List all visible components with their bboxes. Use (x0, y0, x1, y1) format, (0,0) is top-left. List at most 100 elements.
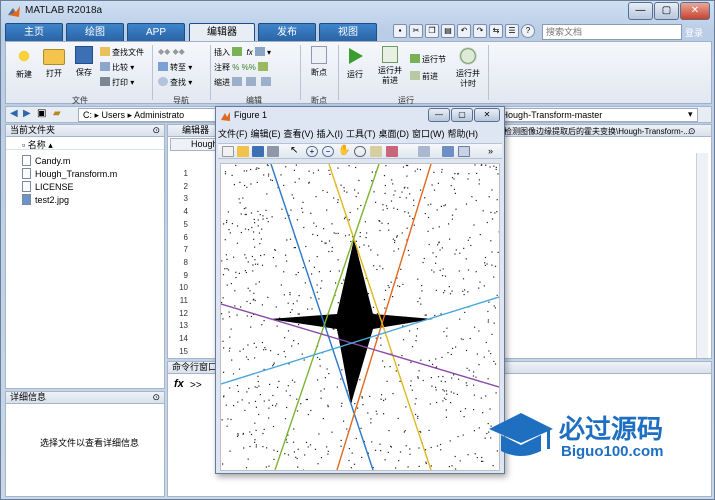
minimize-button[interactable]: — (628, 2, 653, 20)
nav-back-forward[interactable]: ◆◆ ◆◆ (158, 47, 185, 56)
noise-dot (355, 195, 357, 198)
tab-apps[interactable]: APP (127, 23, 185, 41)
menu-desktop[interactable]: 桌面(D) (379, 129, 410, 139)
login-link[interactable]: 登录 (685, 26, 703, 39)
run-and-time-button[interactable]: 运行并 计时 (452, 46, 484, 89)
print-figure-icon[interactable] (267, 146, 279, 157)
compare-button[interactable]: 比较 ▾ (100, 62, 134, 73)
menu-tools[interactable]: 工具(T) (346, 129, 376, 139)
run-advance-button[interactable]: 运行并 前进 (374, 46, 406, 86)
tab-view[interactable]: 视图 (319, 23, 377, 41)
panel-menu-icon[interactable]: ⊙ (152, 125, 160, 136)
copy-icon[interactable]: ❐ (425, 24, 439, 38)
menu-file[interactable]: 文件(F) (218, 129, 248, 139)
colorbar-icon[interactable] (442, 146, 454, 157)
noise-dot (237, 401, 239, 403)
menu-window[interactable]: 窗口(W) (412, 129, 445, 139)
up-folder-icon[interactable]: ▣ (37, 108, 46, 119)
noise-dot (437, 244, 439, 246)
noise-dot (301, 207, 303, 209)
print-button[interactable]: 打印 ▾ (100, 77, 134, 88)
noise-dot (487, 310, 489, 313)
noise-dot (244, 228, 247, 230)
browse-folder-icon[interactable]: ▰ (53, 108, 61, 119)
figure-maximize-button[interactable]: ▢ (451, 108, 473, 122)
noise-dot (382, 360, 384, 362)
noise-dot (277, 353, 279, 355)
noise-dot (373, 191, 375, 193)
noise-dot (241, 399, 243, 401)
noise-dot (340, 439, 342, 441)
toolbar-overflow-icon[interactable]: » (488, 146, 500, 157)
search-input[interactable]: 搜索文档 (542, 24, 682, 40)
noise-dot (372, 306, 375, 308)
save-icon[interactable]: ▪ (393, 24, 407, 38)
list-item[interactable]: Hough_Transform.m (22, 168, 117, 179)
zoom-out-icon[interactable]: − (322, 146, 334, 157)
noise-dot (337, 199, 339, 201)
list-item[interactable]: test2.jpg (22, 194, 69, 205)
new-button[interactable]: 新建 (10, 46, 38, 80)
paste-icon[interactable]: ▤ (441, 24, 455, 38)
switch-window-icon[interactable]: ⇆ (489, 24, 503, 38)
zoom-in-icon[interactable]: + (306, 146, 318, 157)
panel-menu-icon[interactable]: ⊙ (152, 392, 160, 403)
community-icon[interactable]: ☰ (505, 24, 519, 38)
undo-icon[interactable]: ↶ (457, 24, 471, 38)
rotate-3d-icon[interactable] (354, 146, 366, 157)
help-icon[interactable]: ? (521, 24, 535, 38)
redo-icon[interactable]: ↷ (473, 24, 487, 38)
brush-icon[interactable] (386, 146, 398, 157)
noise-dot (221, 301, 223, 304)
list-item[interactable]: LICENSE (22, 181, 74, 192)
tab-home[interactable]: 主页 (5, 23, 63, 41)
advance-button[interactable]: 前进 (410, 71, 438, 82)
save-button[interactable]: 保存 (70, 46, 98, 78)
column-header-name[interactable]: ▫ 名称 ▴ (6, 138, 164, 150)
tab-editor[interactable]: 编辑器 (189, 23, 255, 42)
run-button[interactable]: 运行 (340, 46, 370, 80)
noise-dot (478, 287, 480, 289)
noise-dot (256, 167, 258, 169)
editor-scrollbar[interactable] (696, 153, 708, 358)
menu-edit[interactable]: 编辑(E) (251, 129, 281, 139)
noise-dot (246, 300, 248, 303)
insert-button[interactable]: 插入 fx ▾ (214, 47, 271, 58)
open-button[interactable]: 打开 (40, 46, 68, 79)
back-icon[interactable]: ◀ (10, 108, 18, 119)
close-button[interactable]: ✕ (680, 2, 710, 20)
noise-dot (285, 390, 287, 392)
find-button[interactable]: 查找 ▾ (158, 77, 192, 88)
save-figure-icon[interactable] (252, 146, 264, 157)
list-item[interactable]: Candy.m (22, 155, 70, 166)
path-dropdown-icon[interactable]: ▾ (688, 109, 693, 120)
maximize-button[interactable]: ▢ (654, 2, 679, 20)
menu-insert[interactable]: 插入(I) (317, 129, 344, 139)
goto-button[interactable]: 转至 ▾ (158, 62, 192, 73)
command-prompt[interactable]: >> (190, 380, 202, 391)
menu-view[interactable]: 查看(V) (284, 129, 314, 139)
open-file-icon[interactable] (237, 146, 249, 157)
cut-icon[interactable]: ✂ (409, 24, 423, 38)
link-plot-icon[interactable] (418, 146, 430, 157)
figure-close-button[interactable]: ✕ (474, 108, 500, 122)
forward-icon[interactable]: ▶ (23, 108, 31, 119)
find-files-button[interactable]: 查找文件 (100, 47, 144, 58)
pan-icon[interactable]: ✋ (338, 146, 350, 157)
new-figure-icon[interactable] (222, 146, 234, 157)
breakpoint-button[interactable]: 断点 (304, 46, 334, 78)
data-cursor-icon[interactable] (370, 146, 382, 157)
legend-icon[interactable] (458, 146, 470, 157)
menu-help[interactable]: 帮助(H) (448, 129, 479, 139)
run-section-button[interactable]: 运行节 (410, 54, 446, 65)
line-number: 15 (179, 346, 188, 356)
noise-dot (337, 302, 339, 304)
panel-menu-icon[interactable]: ⊙ (688, 126, 696, 137)
noise-dot (257, 219, 259, 221)
tab-publish[interactable]: 发布 (258, 23, 316, 41)
pointer-icon[interactable]: ↖ (290, 146, 302, 157)
indent-button[interactable]: 缩进 (214, 77, 273, 88)
tab-plots[interactable]: 绘图 (66, 23, 124, 41)
comment-button[interactable]: 注释 % %% (214, 62, 270, 73)
figure-minimize-button[interactable]: — (428, 108, 450, 122)
